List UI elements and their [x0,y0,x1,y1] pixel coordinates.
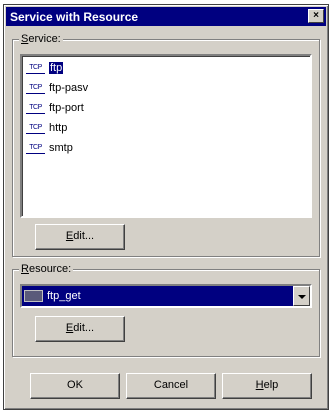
resource-group: Resource: ftp_get Edit... [12,263,320,357]
dropdown-arrow-icon[interactable] [293,286,310,306]
service-item-label: ftp-port [49,102,84,115]
service-item-label: ftp [49,62,64,75]
cancel-button[interactable]: Cancel [126,373,216,399]
service-item-ftp-port[interactable]: TCP ftp-port [26,100,84,116]
help-button[interactable]: Help [222,373,312,399]
service-with-resource-dialog: Service with Resource × Service: TCP ftp … [3,4,329,410]
tcp-icon: TCP [26,143,45,154]
close-icon: × [313,10,319,21]
tcp-icon: TCP [26,123,45,134]
title-bar[interactable]: Service with Resource × [6,7,326,26]
service-item-ftp-pasv[interactable]: TCP ftp-pasv [26,80,88,96]
service-item-label: ftp-pasv [49,82,89,95]
tcp-icon: TCP [26,83,45,94]
resource-edit-button[interactable]: Edit... [35,316,125,342]
service-item-http[interactable]: TCP http [26,120,67,136]
service-item-ftp[interactable]: TCP ftp [26,60,64,76]
tcp-icon: TCP [26,63,45,74]
dialog-title: Service with Resource [10,10,139,24]
resource-icon [24,290,43,303]
service-edit-button[interactable]: Edit... [35,224,125,250]
service-group: Service: TCP ftp TCP ftp-pasv TCP ftp-port … [12,33,320,257]
service-item-smtp[interactable]: TCP smtp [26,140,73,156]
tcp-icon: TCP [26,103,45,114]
resource-dropdown[interactable]: ftp_get [20,284,312,308]
close-button[interactable]: × [308,9,324,23]
resource-group-label: Resource: [19,263,74,275]
service-listbox[interactable]: TCP ftp TCP ftp-pasv TCP ftp-port TCP http T… [20,54,312,218]
service-item-label: smtp [49,142,73,155]
resource-selected-value: ftp_get [47,290,81,303]
service-group-label: Service: [19,33,63,45]
service-item-label: http [49,122,68,135]
ok-button[interactable]: OK [30,373,120,399]
